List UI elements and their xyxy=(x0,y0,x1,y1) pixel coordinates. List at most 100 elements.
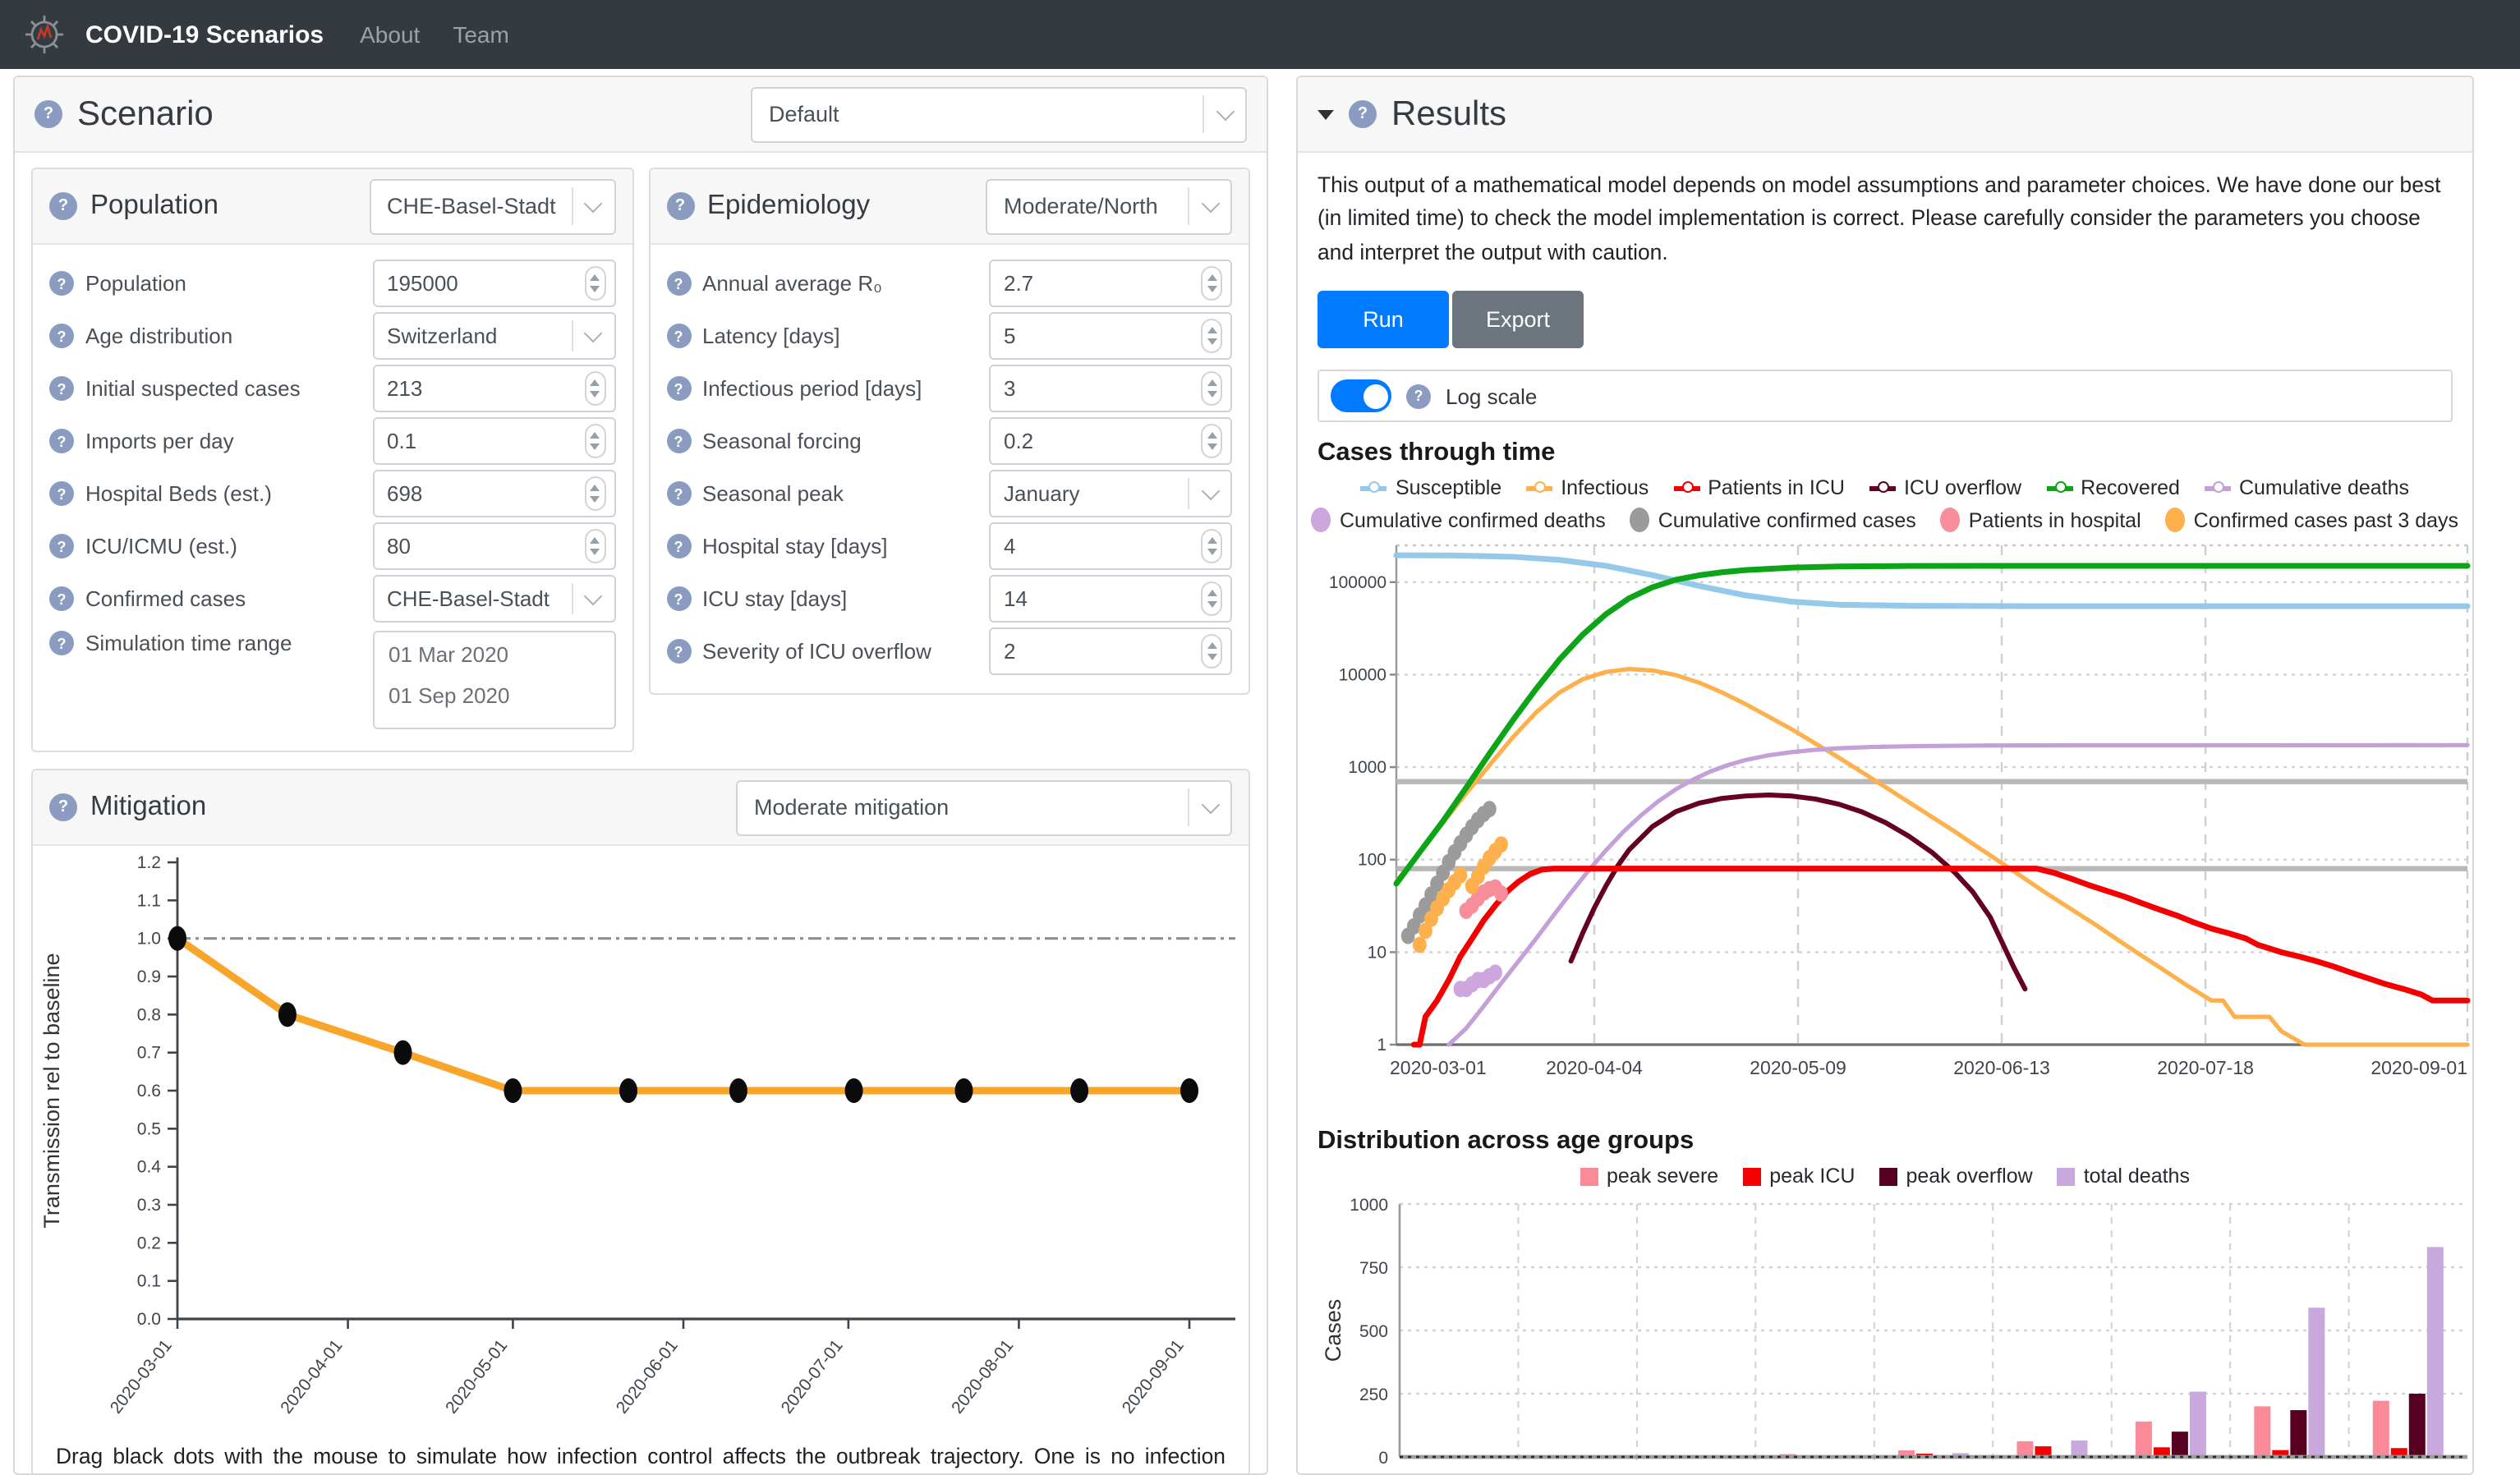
help-icon[interactable] xyxy=(49,271,74,296)
legend-item-peak-severe[interactable]: peak severe xyxy=(1580,1165,1718,1188)
app-title[interactable]: COVID-19 Scenarios xyxy=(85,21,324,48)
stepper-icon[interactable] xyxy=(1201,581,1222,616)
help-icon[interactable] xyxy=(1349,100,1377,128)
legend-item-cumulative-confirmed-cases[interactable]: Cumulative confirmed cases xyxy=(1630,508,1916,533)
initial-suspected-cases-input[interactable]: 213 xyxy=(372,365,615,412)
svg-text:2020-07-01: 2020-07-01 xyxy=(778,1336,847,1418)
legend-item-icu-overflow[interactable]: ICU overflow xyxy=(1869,477,2021,500)
help-icon[interactable] xyxy=(49,481,74,506)
stepper-icon[interactable] xyxy=(584,476,605,511)
stepper-icon[interactable] xyxy=(1201,319,1222,353)
age-distribution-select[interactable]: Switzerland xyxy=(372,312,615,360)
run-button[interactable]: Run xyxy=(1317,292,1449,349)
covid19-scenarios-app: COVID-19 Scenarios About Team Scenario D… xyxy=(0,0,2520,1475)
mitigation-preset-select[interactable]: Moderate mitigation xyxy=(736,779,1232,835)
legend-item-peak-overflow[interactable]: peak overflow xyxy=(1879,1165,2032,1188)
cases-through-time-chart[interactable]: 1101001000100001000002020-03-012020-04-0… xyxy=(1317,533,2474,1111)
help-icon[interactable] xyxy=(666,534,691,558)
line-marker-icon xyxy=(1361,486,1387,491)
navbar: COVID-19 Scenarios About Team xyxy=(0,0,2520,69)
seasonal-peak-select[interactable]: January xyxy=(989,470,1232,517)
export-button[interactable]: Export xyxy=(1452,292,1584,349)
scenario-preset-select[interactable]: Default xyxy=(751,86,1247,142)
icu-overflow-severity-input[interactable]: 2 xyxy=(989,627,1232,675)
latency-input[interactable]: 5 xyxy=(989,312,1232,360)
legend-item-infectious[interactable]: Infectious xyxy=(1526,477,1649,500)
legend-item-total-deaths[interactable]: total deaths xyxy=(2058,1165,2190,1188)
help-icon[interactable] xyxy=(49,631,74,655)
infectious-period-input[interactable]: 3 xyxy=(989,365,1232,412)
help-icon[interactable] xyxy=(49,586,74,611)
epidemiology-title: Epidemiology xyxy=(707,191,986,222)
stepper-icon[interactable] xyxy=(1201,371,1222,406)
nav-link-about[interactable]: About xyxy=(360,21,420,48)
legend-item-patients-in-hospital[interactable]: Patients in hospital xyxy=(1941,508,2141,533)
seasonal-forcing-input[interactable]: 0.2 xyxy=(989,417,1232,465)
stepper-icon[interactable] xyxy=(584,371,605,406)
field-row-population: Population 195000 xyxy=(49,258,615,309)
svg-text:2020-03-01: 2020-03-01 xyxy=(107,1336,176,1418)
line-marker-icon xyxy=(1526,486,1552,491)
help-icon[interactable] xyxy=(666,481,691,506)
confirmed-cases-select[interactable]: CHE-Basel-Stadt xyxy=(372,575,615,623)
legend-item-cumulative-deaths[interactable]: Cumulative deaths xyxy=(2205,477,2409,500)
help-icon[interactable] xyxy=(666,271,691,296)
epidemiology-header: Epidemiology Moderate/North xyxy=(650,169,1249,245)
help-icon[interactable] xyxy=(666,376,691,401)
legend-item-recovered[interactable]: Recovered xyxy=(2046,477,2180,500)
hospital-beds-input[interactable]: 698 xyxy=(372,470,615,517)
stepper-icon[interactable] xyxy=(1201,634,1222,669)
legend-item-susceptible[interactable]: Susceptible xyxy=(1361,477,1501,500)
scenario-header: Scenario Default xyxy=(15,77,1267,153)
population-preset-select[interactable]: CHE-Basel-Stadt xyxy=(369,178,615,234)
legend-item-cumulative-confirmed-deaths[interactable]: Cumulative confirmed deaths xyxy=(1312,508,1606,533)
population-input[interactable]: 195000 xyxy=(372,260,615,307)
svg-text:Cases: Cases xyxy=(1321,1299,1345,1362)
simulation-time-range-input[interactable]: 01 Mar 2020 01 Sep 2020 xyxy=(372,631,615,729)
svg-text:0.0: 0.0 xyxy=(137,1310,161,1329)
legend-item-confirmed-cases-past-3-days[interactable]: Confirmed cases past 3 days xyxy=(2166,508,2458,533)
icu-stay-input[interactable]: 14 xyxy=(989,575,1232,623)
stepper-icon[interactable] xyxy=(1201,529,1222,563)
help-icon[interactable] xyxy=(49,534,74,558)
stepper-icon[interactable] xyxy=(584,424,605,458)
icu-beds-input[interactable]: 80 xyxy=(372,522,615,570)
help-icon[interactable] xyxy=(34,100,62,128)
virus-logo-icon[interactable] xyxy=(23,13,66,56)
line-marker-icon xyxy=(2205,486,2231,491)
svg-text:1000: 1000 xyxy=(1348,759,1386,778)
log-scale-toggle[interactable] xyxy=(1331,380,1391,413)
svg-text:100: 100 xyxy=(1358,851,1386,870)
collapse-caret-icon[interactable] xyxy=(1317,109,1334,119)
dot-marker-icon xyxy=(1941,508,1961,533)
hospital-stay-input[interactable]: 4 xyxy=(989,522,1232,570)
help-icon[interactable] xyxy=(49,324,74,348)
stepper-icon[interactable] xyxy=(584,529,605,563)
svg-text:0.5: 0.5 xyxy=(137,1119,161,1138)
help-icon[interactable] xyxy=(666,192,694,220)
r0-input[interactable]: 2.7 xyxy=(989,260,1232,307)
help-icon[interactable] xyxy=(666,324,691,348)
help-icon[interactable] xyxy=(49,376,74,401)
age-chart-title: Distribution across age groups xyxy=(1317,1128,2453,1157)
age-distribution-chart[interactable]: 025050075010000-910-1920-2930-3940-4950-… xyxy=(1317,1188,2474,1475)
mitigation-chart[interactable]: 0.00.10.20.30.40.50.60.70.80.91.01.11.22… xyxy=(33,846,1249,1434)
legend-item-peak-icu[interactable]: peak ICU xyxy=(1743,1165,1855,1188)
help-icon[interactable] xyxy=(666,639,691,664)
log-scale-label: Log scale xyxy=(1446,384,1537,409)
help-icon[interactable] xyxy=(49,793,77,821)
stepper-icon[interactable] xyxy=(584,266,605,301)
help-icon[interactable] xyxy=(666,429,691,453)
help-icon[interactable] xyxy=(666,586,691,611)
help-icon[interactable] xyxy=(49,192,77,220)
help-icon[interactable] xyxy=(1406,384,1431,409)
stepper-icon[interactable] xyxy=(1201,266,1222,301)
help-icon[interactable] xyxy=(49,429,74,453)
stepper-icon[interactable] xyxy=(1201,424,1222,458)
legend-item-patients-in-icu[interactable]: Patients in ICU xyxy=(1673,477,1845,500)
epidemiology-preset-select[interactable]: Moderate/North xyxy=(986,178,1232,234)
nav-link-team[interactable]: Team xyxy=(453,21,508,48)
chevron-down-icon xyxy=(571,320,614,352)
imports-per-day-input[interactable]: 0.1 xyxy=(372,417,615,465)
svg-text:2020-04-01: 2020-04-01 xyxy=(277,1336,346,1418)
